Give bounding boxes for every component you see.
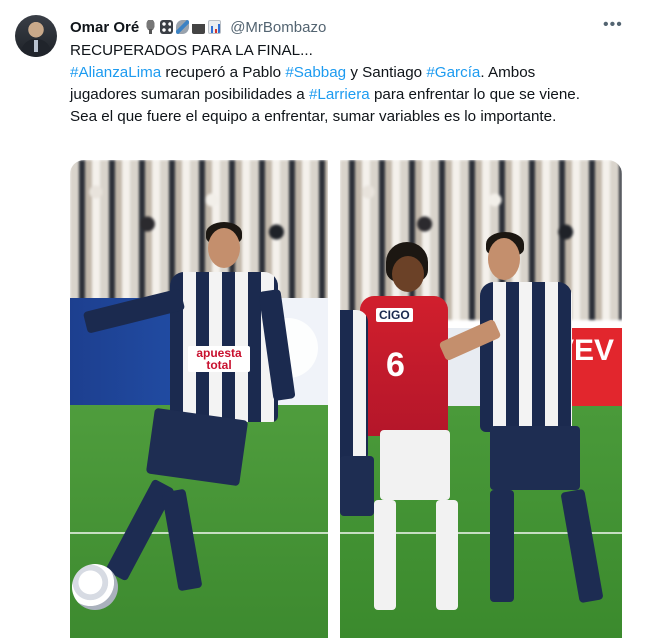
more-options-icon[interactable]: •••: [603, 16, 623, 34]
microphone-icon: [144, 20, 158, 34]
radio-icon: [192, 20, 206, 34]
hashtag-sabbag[interactable]: #Sabbag: [285, 64, 346, 81]
player-shorts: [145, 407, 249, 487]
satellite-icon: [176, 20, 190, 34]
name-emojis: [144, 20, 222, 34]
player-leg-right: [161, 488, 203, 592]
bar-chart-icon: [208, 20, 222, 34]
player-shorts: [340, 456, 374, 516]
tweet-body-text-2: y Santiago: [346, 64, 427, 81]
avatar-tie: [34, 40, 38, 52]
tweet-media: apuesta total VEV CIGO 6: [70, 160, 622, 638]
hashtag-larriera[interactable]: #Larriera: [309, 86, 370, 103]
tweet-text: RECUPERADOS PARA LA FINAL... #AlianzaLim…: [70, 40, 590, 128]
player-background-left: [340, 160, 622, 638]
tweet-body: #AlianzaLima recuperó a Pablo #Sabbag y …: [70, 62, 590, 128]
hashtag-garcia[interactable]: #García: [426, 64, 480, 81]
jersey-sponsor: apuesta total: [188, 346, 250, 372]
author-handle[interactable]: @MrBombazo: [230, 19, 326, 36]
tweet-header: Omar Oré @MrBombazo: [70, 16, 326, 38]
tweet: Omar Oré @MrBombazo ••• RECUPERADOS PARA…: [0, 0, 650, 638]
author-name[interactable]: Omar Oré: [70, 19, 139, 36]
player-sabbag: apuesta total: [70, 160, 328, 638]
author-avatar[interactable]: [15, 15, 57, 57]
hashtag-alianzalima[interactable]: #AlianzaLima: [70, 64, 161, 81]
player-head: [208, 228, 240, 268]
photo-right[interactable]: VEV CIGO 6: [340, 160, 622, 638]
photo-left[interactable]: apuesta total: [70, 160, 328, 638]
football: [72, 564, 118, 610]
control-knobs-icon: [160, 20, 174, 34]
player-jersey: [340, 310, 368, 460]
tweet-body-text-1: recuperó a Pablo: [161, 64, 286, 81]
tweet-headline: RECUPERADOS PARA LA FINAL...: [70, 42, 313, 59]
